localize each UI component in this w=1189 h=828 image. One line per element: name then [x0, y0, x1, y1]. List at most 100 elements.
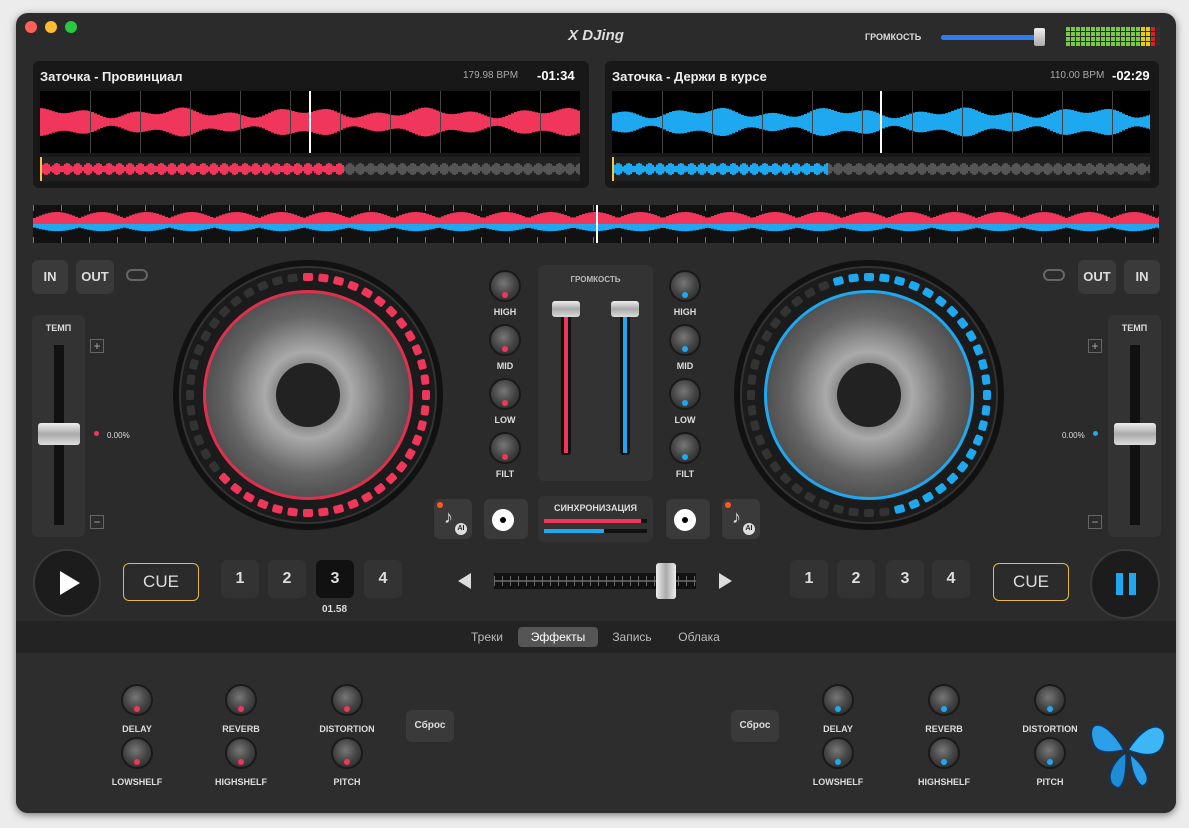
- right-fx-lowshelf-label: LOWSHELF: [812, 777, 864, 787]
- right-ai-indicator: [725, 502, 731, 508]
- right-eq-low-knob[interactable]: [669, 378, 701, 410]
- tab-record[interactable]: Запись: [599, 627, 665, 647]
- left-loop-icon[interactable]: [126, 269, 148, 281]
- right-platter-center: [837, 363, 901, 427]
- right-eq-filt-knob[interactable]: [669, 432, 701, 464]
- left-hotcue-4[interactable]: 4: [364, 560, 402, 598]
- left-eq-low-label: LOW: [494, 415, 516, 425]
- tab-cloud[interactable]: Облака: [666, 627, 732, 647]
- right-channel-volume-fader[interactable]: [611, 301, 639, 317]
- left-eq-low-knob[interactable]: [489, 378, 521, 410]
- right-hotcue-2[interactable]: 2: [837, 560, 875, 598]
- right-ai-guitar-button[interactable]: ♪ AI: [722, 499, 760, 539]
- right-fx-delay-label: DELAY: [823, 724, 853, 734]
- left-ai-guitar-button[interactable]: ♪ AI: [434, 499, 472, 539]
- right-overview-waveform[interactable]: [612, 157, 1150, 181]
- left-tempo-marker: [94, 431, 99, 436]
- right-tempo-label: ТЕМП: [1121, 323, 1148, 333]
- tab-effects[interactable]: Эффекты: [518, 627, 598, 647]
- left-hotcue-3[interactable]: 3: [316, 560, 354, 598]
- right-fx-reverb-knob[interactable]: [928, 684, 960, 716]
- left-play-button[interactable]: [33, 549, 101, 617]
- left-tempo-minus-button[interactable]: −: [90, 515, 104, 529]
- left-fx-reverb-knob[interactable]: [225, 684, 257, 716]
- left-eq-high-label: HIGH: [493, 307, 517, 317]
- left-waveform[interactable]: [40, 91, 580, 153]
- left-ai-indicator: [437, 502, 443, 508]
- right-fx-lowshelf-knob[interactable]: [822, 737, 854, 769]
- right-fx-pitch-knob[interactable]: [1034, 737, 1066, 769]
- left-loop-out-button[interactable]: OUT: [76, 260, 114, 294]
- right-jog-wheel[interactable]: [734, 260, 1004, 530]
- right-fx-delay-knob[interactable]: [822, 684, 854, 716]
- left-fx-pitch-knob[interactable]: [331, 737, 363, 769]
- left-hotcue-1[interactable]: 1: [221, 560, 259, 598]
- left-tempo-fader[interactable]: [38, 423, 80, 445]
- right-hotcue-3[interactable]: 3: [886, 560, 924, 598]
- left-tempo-panel: ТЕМП: [32, 315, 85, 537]
- right-waveform[interactable]: [612, 91, 1150, 153]
- left-fx-delay-knob[interactable]: [121, 684, 153, 716]
- left-fx-distortion-knob[interactable]: [331, 684, 363, 716]
- right-vinyl-mode-button[interactable]: [666, 499, 710, 539]
- crossfader-right-arrow[interactable]: [719, 573, 732, 589]
- combined-waveform[interactable]: [33, 205, 1159, 243]
- right-hotcue-1[interactable]: 1: [790, 560, 828, 598]
- right-tempo-plus-button[interactable]: +: [1088, 339, 1102, 353]
- left-channel-volume-track[interactable]: [561, 305, 571, 455]
- left-tempo-plus-button[interactable]: +: [90, 339, 104, 353]
- tab-tracks[interactable]: Треки: [457, 627, 517, 647]
- left-eq-filt-label: FILT: [495, 469, 515, 479]
- right-eq-mid-knob[interactable]: [669, 324, 701, 356]
- right-fx-highshelf-knob[interactable]: [928, 737, 960, 769]
- right-hotcue-4[interactable]: 4: [932, 560, 970, 598]
- left-effects-reset-button[interactable]: Сброс: [406, 710, 454, 742]
- right-effects-reset-button[interactable]: Сброс: [731, 710, 779, 742]
- left-eq-mid-knob[interactable]: [489, 324, 521, 356]
- right-cue-button[interactable]: CUE: [993, 563, 1069, 601]
- right-loop-in-button[interactable]: IN: [1124, 260, 1160, 294]
- right-eq-filt-label: FILT: [675, 469, 695, 479]
- right-track-panel: Заточка - Держи в курсе 110.00 BPM -02:2…: [605, 61, 1159, 188]
- left-remaining-time: -01:34: [537, 68, 575, 83]
- right-tempo-value: 0.00%: [1062, 431, 1085, 440]
- left-fx-highshelf-knob[interactable]: [225, 737, 257, 769]
- right-eq-high-label: HIGH: [673, 307, 697, 317]
- left-overview-waveform[interactable]: [40, 157, 580, 181]
- right-fx-reverb-label: REVERB: [925, 724, 963, 734]
- right-channel-volume-track[interactable]: [620, 305, 630, 455]
- right-loop-out-button[interactable]: OUT: [1078, 260, 1116, 294]
- vu-meter: [1066, 27, 1161, 47]
- right-bpm: 110.00 BPM: [1050, 70, 1105, 81]
- left-eq-filt-knob[interactable]: [489, 432, 521, 464]
- left-guitar-icon: ♪: [444, 507, 453, 527]
- left-track-title: Заточка - Провинциал: [40, 69, 183, 84]
- master-volume-slider[interactable]: [941, 35, 1041, 40]
- left-fx-distortion-label: DISTORTION: [319, 724, 375, 734]
- right-pause-button[interactable]: [1090, 549, 1160, 619]
- left-tempo-label: ТЕМП: [45, 323, 72, 333]
- crossfader-left-arrow[interactable]: [458, 573, 471, 589]
- left-platter-center: [276, 363, 340, 427]
- right-fx-pitch-label: PITCH: [1036, 777, 1064, 787]
- right-eq-high-knob[interactable]: [669, 270, 701, 302]
- app-window: X DJing ГРОМКОСТЬ Заточка - Провинциал 1…: [16, 13, 1176, 813]
- left-tempo-value: 0.00%: [107, 431, 130, 440]
- left-channel-volume-fader[interactable]: [552, 301, 580, 317]
- right-tempo-minus-button[interactable]: −: [1088, 515, 1102, 529]
- sync-button[interactable]: СИНХРОНИЗАЦИЯ: [538, 496, 653, 542]
- left-fx-lowshelf-label: LOWSHELF: [111, 777, 163, 787]
- left-jog-wheel[interactable]: [173, 260, 443, 530]
- master-volume-thumb[interactable]: [1034, 28, 1045, 46]
- crossfader-handle[interactable]: [656, 563, 676, 599]
- left-vinyl-mode-button[interactable]: [484, 499, 528, 539]
- right-fx-distortion-knob[interactable]: [1034, 684, 1066, 716]
- left-fx-lowshelf-knob[interactable]: [121, 737, 153, 769]
- left-eq-high-knob[interactable]: [489, 270, 521, 302]
- left-cue-button[interactable]: CUE: [123, 563, 199, 601]
- right-loop-icon[interactable]: [1043, 269, 1065, 281]
- left-hotcue-2[interactable]: 2: [268, 560, 306, 598]
- left-bpm: 179.98 BPM: [463, 70, 519, 81]
- left-loop-in-button[interactable]: IN: [32, 260, 68, 294]
- right-tempo-fader[interactable]: [1114, 423, 1156, 445]
